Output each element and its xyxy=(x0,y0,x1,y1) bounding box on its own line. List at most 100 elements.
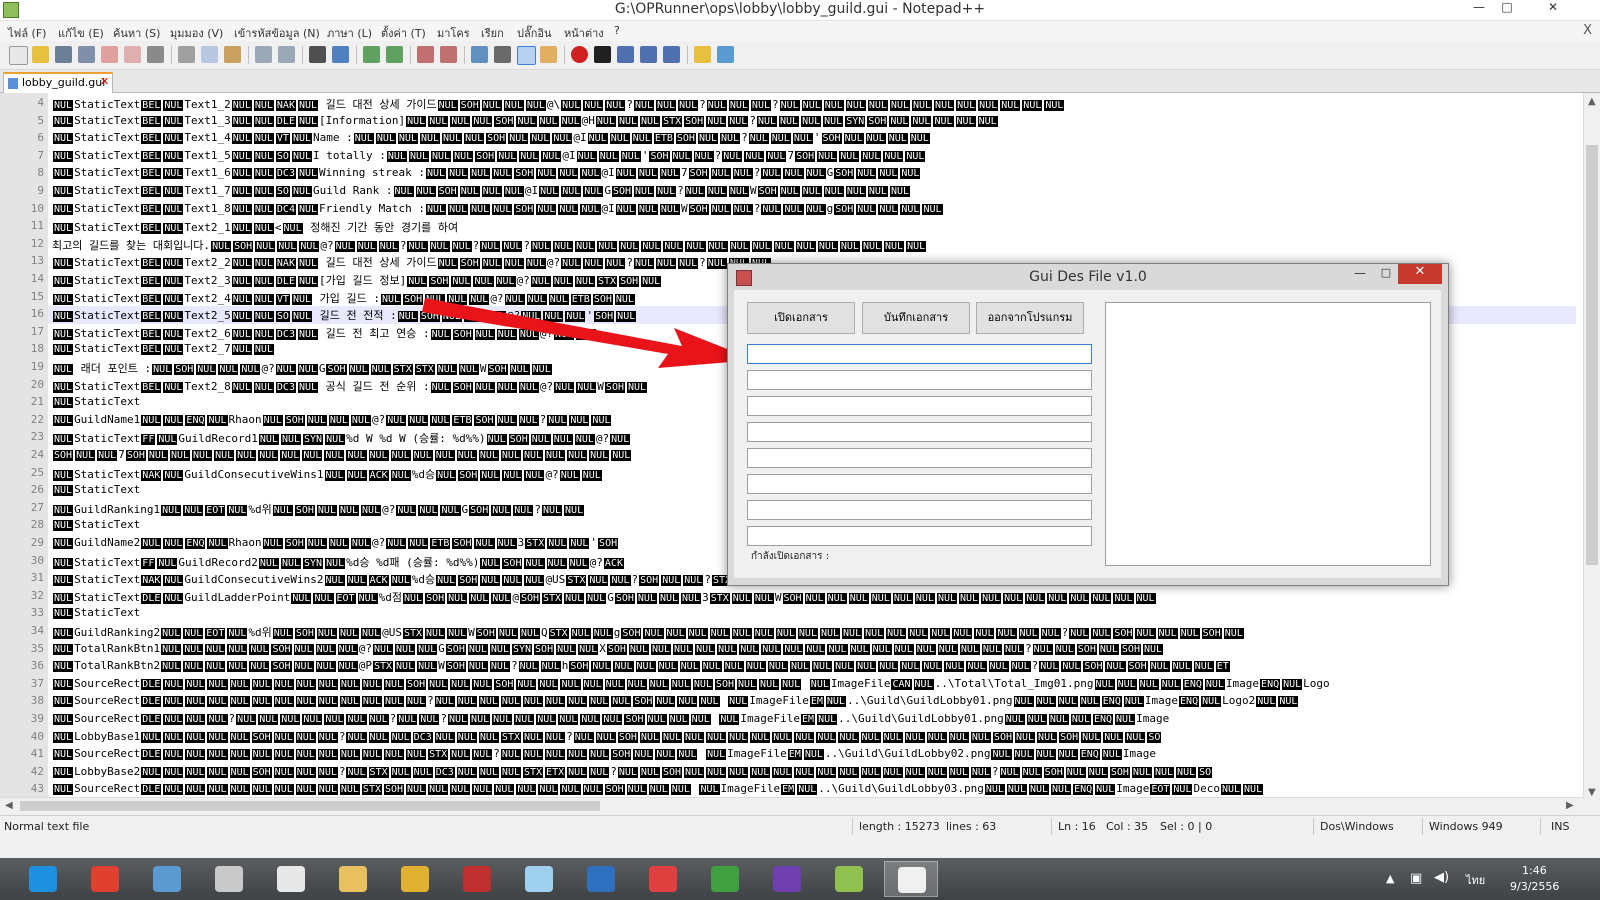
clock-time[interactable]: 1:46 xyxy=(1522,864,1547,877)
code-line[interactable]: NUL StaticText BEL NUL Text1_2 NUL NUL NAK NUL 길… xyxy=(52,96,1572,112)
menu-macro[interactable]: มาโคร xyxy=(437,24,470,42)
taskbar-ie-button[interactable] xyxy=(16,861,70,897)
dialog-close-button[interactable]: ✕ xyxy=(1398,264,1442,284)
taskbar-cabinet-button[interactable] xyxy=(202,861,256,897)
menu-file[interactable]: ไฟล์ (F) xyxy=(8,24,46,42)
output-listbox[interactable] xyxy=(1105,302,1431,566)
input-language[interactable]: ไทย xyxy=(1466,871,1485,889)
wrap-icon[interactable] xyxy=(471,46,488,63)
code-line[interactable]: NUL StaticText xyxy=(52,606,1572,620)
taskbar-cheat-engine-button[interactable] xyxy=(450,861,504,897)
taskbar-eye-app-button[interactable] xyxy=(264,861,318,897)
horizontal-scroll-thumb[interactable] xyxy=(20,801,600,811)
close-button[interactable]: ✕ xyxy=(1540,0,1566,20)
code-line[interactable]: NUL StaticText BEL NUL Text1_6 NUL NUL DC3 NUL Wi… xyxy=(52,166,1572,180)
spell-check-icon[interactable] xyxy=(717,46,734,63)
code-line[interactable]: 최고의 길드를 찾는 대회입니다. NUL SOH NUL NUL NUL @? NUL NUL… xyxy=(52,237,1572,253)
code-line[interactable]: NUL SourceRect DLE NUL NUL NUL? NUL NUL NUL NUL NU… xyxy=(52,712,1572,725)
maximize-button[interactable]: □ xyxy=(1494,0,1520,20)
close-document-button[interactable]: X xyxy=(1583,23,1592,38)
taskbar-users-button[interactable] xyxy=(140,861,194,897)
menu-language[interactable]: ภาษา (L) xyxy=(327,24,372,42)
code-line[interactable]: NUL StaticText DLE NUL GuildLadderPoint NUL NU… xyxy=(52,589,1572,605)
vertical-scrollbar[interactable]: ▲ ▼ xyxy=(1583,93,1600,814)
new-file-icon[interactable] xyxy=(9,46,28,65)
clock-date[interactable]: 9/3/2556 xyxy=(1510,880,1559,893)
taskbar-star-app-button[interactable] xyxy=(636,861,690,897)
dialog-minimize-button[interactable]: — xyxy=(1348,266,1372,286)
taskbar-visual-studio-button[interactable] xyxy=(760,861,814,897)
code-line[interactable]: NUL GuildRanking2 NUL NUL EOT NUL %d위 NUL SOH NUL… xyxy=(52,624,1572,640)
scroll-down-icon[interactable]: ▼ xyxy=(1588,787,1596,798)
undo-icon[interactable] xyxy=(255,46,272,63)
menu-view[interactable]: มุมมอง (V) xyxy=(170,24,223,42)
udl-icon[interactable] xyxy=(540,46,557,63)
code-line[interactable]: NUL SourceRect DLE NUL NUL NUL NUL NUL NUL NUL NUL… xyxy=(52,782,1572,796)
taskbar-explorer-button[interactable] xyxy=(326,861,380,897)
code-line[interactable]: NUL TotalRankBtn2 NUL NUL NUL NUL NUL SOH NUL NUL… xyxy=(52,659,1572,673)
taskbar-hxd-button[interactable] xyxy=(388,861,442,897)
zoom-out-icon[interactable] xyxy=(386,46,403,63)
dialog-maximize-button[interactable]: □ xyxy=(1374,266,1398,286)
menu-plugins[interactable]: ปลั๊กอิน xyxy=(517,24,552,42)
field-1[interactable] xyxy=(747,344,1092,364)
redo-icon[interactable] xyxy=(278,46,295,63)
play-macro-icon[interactable] xyxy=(617,46,634,63)
code-line[interactable]: NUL StaticText BEL NUL Text2_1 NUL NUL < NUL 정해진… xyxy=(52,219,1572,235)
taskbar-remote-desktop-button[interactable] xyxy=(574,861,628,897)
show-all-chars-icon[interactable] xyxy=(494,46,511,63)
save-macro-icon[interactable] xyxy=(663,46,680,63)
zoom-in-icon[interactable] xyxy=(363,46,380,63)
code-line[interactable]: NUL SourceRect DLE NUL NUL NUL NUL NUL NUL NUL NUL… xyxy=(52,677,1572,690)
open-folder-icon[interactable] xyxy=(694,46,711,63)
paste-icon[interactable] xyxy=(224,46,241,63)
run-macro-multiple-icon[interactable] xyxy=(640,46,657,63)
field-7[interactable] xyxy=(747,500,1092,520)
code-line[interactable]: NUL SourceRect DLE NUL NUL NUL NUL NUL NUL NUL NUL… xyxy=(52,747,1572,761)
menu-run[interactable]: เรียก xyxy=(481,24,504,42)
menu-help[interactable]: ? xyxy=(614,24,620,37)
field-3[interactable] xyxy=(747,396,1092,416)
code-line[interactable]: NUL StaticText BEL NUL Text1_5 NUL NUL SO NUL I t… xyxy=(52,149,1572,162)
menu-window[interactable]: หน้าต่าง xyxy=(564,24,604,42)
open-document-button[interactable]: เปิดเอกสาร xyxy=(747,302,855,334)
taskbar-mfc-app-button[interactable] xyxy=(884,861,938,897)
menu-encoding[interactable]: เข้ารหัสข้อมูล (N) xyxy=(234,24,320,42)
horizontal-scrollbar[interactable]: ◀ ▶ xyxy=(0,797,1584,814)
replace-icon[interactable] xyxy=(332,46,349,63)
save-document-button[interactable]: บันทึกเอกสาร xyxy=(862,302,970,334)
scroll-up-icon[interactable]: ▲ xyxy=(1588,96,1596,107)
code-line[interactable]: NUL StaticText BEL NUL Text1_4 NUL NUL VT NUL Nam… xyxy=(52,131,1572,145)
code-line[interactable]: NUL SourceRect DLE NUL NUL NUL NUL NUL NUL NUL NUL… xyxy=(52,694,1572,708)
close-all-icon[interactable] xyxy=(124,46,141,63)
vertical-scroll-thumb[interactable] xyxy=(1586,145,1598,565)
sync-v-icon[interactable] xyxy=(417,46,434,63)
code-line[interactable]: NUL LobbyBase2 NUL NUL NUL NUL NUL SOH NUL NUL NUL… xyxy=(52,765,1572,778)
field-2[interactable] xyxy=(747,370,1092,390)
save-all-icon[interactable] xyxy=(78,46,95,63)
code-line[interactable]: NUL StaticText BEL NUL Text1_8 NUL NUL DC4 NUL Fr… xyxy=(52,202,1572,215)
code-line[interactable]: NUL StaticText BEL NUL Text1_3 NUL NUL DLE NUL [I… xyxy=(52,114,1572,127)
code-line[interactable]: NUL TotalRankBtn1 NUL NUL NUL NUL NUL SOH NUL NUL… xyxy=(52,642,1572,655)
field-5[interactable] xyxy=(747,448,1092,468)
close-icon[interactable] xyxy=(101,46,118,63)
field-6[interactable] xyxy=(747,474,1092,494)
menu-edit[interactable]: แก้ไข (E) xyxy=(58,24,104,42)
field-4[interactable] xyxy=(747,422,1092,442)
scroll-left-icon[interactable]: ◀ xyxy=(5,800,13,811)
open-file-icon[interactable] xyxy=(32,46,49,63)
taskbar-python-button[interactable] xyxy=(698,861,752,897)
stop-macro-icon[interactable] xyxy=(594,46,611,63)
save-icon[interactable] xyxy=(55,46,72,63)
copy-icon[interactable] xyxy=(201,46,218,63)
taskbar-notepad-button[interactable] xyxy=(512,861,566,897)
tab-close-icon[interactable]: ✕ xyxy=(100,75,109,88)
code-line[interactable]: NUL StaticText BEL NUL Text1_7 NUL NUL SO NUL Gui… xyxy=(52,184,1572,197)
find-icon[interactable] xyxy=(309,46,326,63)
taskbar-chrome-button[interactable] xyxy=(78,861,132,897)
scroll-right-icon[interactable]: ▶ xyxy=(1566,800,1574,811)
network-icon[interactable]: ▣ xyxy=(1410,871,1422,886)
code-line[interactable]: NUL LobbyBase1 NUL NUL NUL NUL NUL SOH NUL NUL NUL… xyxy=(52,730,1572,743)
volume-icon[interactable]: ◀) xyxy=(1434,870,1449,885)
record-macro-icon[interactable] xyxy=(571,46,588,63)
